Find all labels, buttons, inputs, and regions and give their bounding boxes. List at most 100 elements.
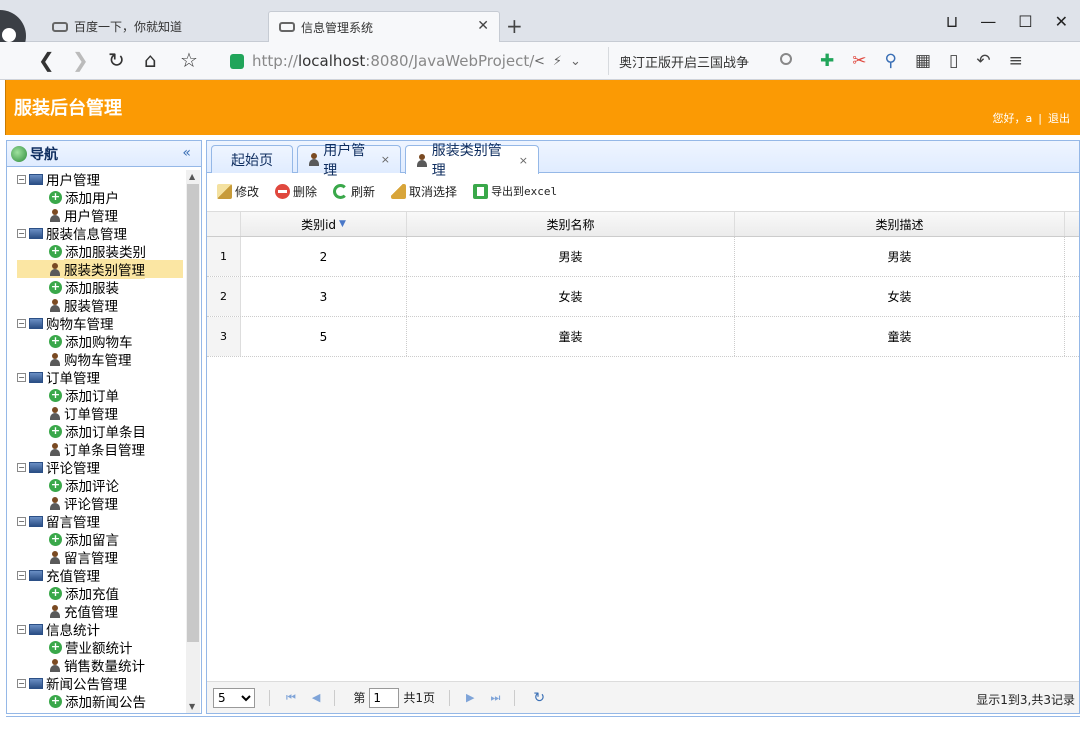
magnifier-icon[interactable]: ⚲ (885, 51, 897, 71)
delete-button[interactable]: 删除 (275, 183, 317, 200)
maximize-icon[interactable]: ☐ (1018, 12, 1032, 31)
undo-icon[interactable]: ↶ (976, 51, 990, 71)
nav-item[interactable]: 购物车管理 (7, 350, 185, 369)
table-row[interactable]: 1 2 男装 男装 (207, 237, 1079, 277)
nav-item[interactable]: 服装类别管理 (17, 259, 183, 279)
nav-group[interactable]: − 新闻公告管理 (7, 674, 185, 693)
table-row[interactable]: 2 3 女装 女装 (207, 277, 1079, 317)
nav-item[interactable]: + 添加订单条目 (7, 422, 185, 441)
scroll-up-icon[interactable]: ▲ (189, 172, 195, 181)
column-header-id[interactable]: 类别id ▼ (241, 212, 407, 236)
monitor-icon (29, 569, 43, 581)
next-page-icon[interactable]: ▶ (466, 691, 474, 704)
nav-title: 导航 (30, 146, 58, 163)
user-icon (308, 153, 320, 166)
nav-item[interactable]: + 添加服装 (7, 278, 185, 297)
collapse-icon[interactable]: « (182, 145, 191, 161)
address-tools[interactable]: <⚡⌄ (534, 54, 589, 69)
collapse-node-icon[interactable]: − (17, 462, 26, 472)
nav-group[interactable]: − 订单管理 (7, 368, 185, 387)
last-page-icon[interactable]: ⏭ (491, 691, 501, 705)
search-box[interactable]: 奥汀正版开启三国战争 (608, 47, 804, 75)
search-icon[interactable] (780, 53, 792, 65)
browser-tab-active[interactable]: 信息管理系统 ✕ (268, 11, 500, 42)
phone-icon[interactable]: ▯ (949, 51, 958, 71)
nav-group[interactable]: − 信息统计 (7, 620, 185, 639)
nav-group[interactable]: − 服装信息管理 (7, 224, 185, 243)
back-icon[interactable]: ❮ (38, 50, 55, 70)
nav-item[interactable]: 评论管理 (7, 494, 185, 513)
edit-icon (217, 183, 232, 199)
nav-item[interactable]: + 添加评论 (7, 476, 185, 495)
apps-icon[interactable]: ▦ (915, 51, 931, 71)
collapse-node-icon[interactable]: − (17, 570, 26, 580)
export-excel-button[interactable]: 导出到excel (473, 183, 557, 199)
collapse-node-icon[interactable]: − (17, 174, 26, 184)
nav-item[interactable]: + 添加用户 (7, 188, 185, 207)
scroll-thumb[interactable] (187, 184, 199, 642)
close-window-icon[interactable]: ✕ (1055, 12, 1068, 31)
nav-group[interactable]: − 评论管理 (7, 458, 185, 477)
unselect-button[interactable]: 取消选择 (391, 183, 457, 200)
collapse-node-icon[interactable]: − (17, 228, 26, 238)
first-page-icon[interactable]: ⏮ (286, 691, 296, 705)
scroll-down-icon[interactable]: ▼ (189, 702, 195, 711)
browser-tab-baidu[interactable]: 百度一下，你就知道 (42, 11, 268, 42)
translate-icon[interactable]: ✚ (820, 51, 834, 71)
browser-tools: ✚ ✂ ⚲ ▦ ▯ ↶ ≡ (820, 51, 1023, 71)
nav-item[interactable]: 销售数量统计 (7, 656, 185, 675)
nav-item-label: 购物车管理 (64, 353, 132, 369)
star-icon[interactable]: ☆ (180, 50, 198, 70)
nav-item[interactable]: 留言管理 (7, 548, 185, 567)
page-number-input[interactable] (369, 687, 400, 708)
nav-item[interactable]: + 营业额统计 (7, 638, 185, 657)
tab-clothing-category[interactable]: 服装类别管理 × (405, 143, 539, 179)
collapse-node-icon[interactable]: − (17, 624, 26, 634)
scissors-icon[interactable]: ✂ (852, 51, 866, 71)
nav-item-label: 充值管理 (46, 569, 100, 585)
nav-item[interactable]: + 添加充值 (7, 584, 185, 603)
nav-item[interactable]: + 添加服装类别 (7, 242, 185, 261)
collapse-node-icon[interactable]: − (17, 678, 26, 688)
edit-button[interactable]: 修改 (217, 183, 259, 200)
column-header-desc[interactable]: 类别描述 (735, 212, 1065, 236)
minimize-icon[interactable]: — (980, 12, 996, 31)
nav-group[interactable]: − 购物车管理 (7, 314, 185, 333)
collapse-node-icon[interactable]: − (17, 516, 26, 526)
skin-icon[interactable]: ⊔ (946, 12, 958, 31)
reload-icon[interactable]: ↻ (533, 690, 545, 706)
reload-icon[interactable]: ↻ (108, 50, 125, 70)
nav-item[interactable]: 服装管理 (7, 296, 185, 315)
nav-item[interactable]: 订单条目管理 (7, 440, 185, 459)
nav-scrollbar[interactable]: ▲ ▼ (186, 170, 200, 713)
nav-item[interactable]: 订单管理 (7, 404, 185, 423)
collapse-node-icon[interactable]: − (17, 318, 26, 328)
collapse-node-icon[interactable]: − (17, 372, 26, 382)
close-icon[interactable]: × (381, 153, 390, 166)
logout-link[interactable]: 退出 (1048, 112, 1070, 125)
close-tab-icon[interactable]: ✕ (477, 18, 489, 34)
close-icon[interactable]: × (519, 154, 528, 167)
new-tab-button[interactable]: + (506, 14, 523, 38)
tab-home[interactable]: 起始页 (211, 145, 293, 173)
tab-user-management[interactable]: 用户管理 × (297, 143, 401, 179)
nav-group[interactable]: − 用户管理 (7, 170, 185, 189)
page-size-select[interactable]: 5 (213, 687, 255, 708)
nav-item-label: 充值管理 (64, 605, 118, 621)
prev-page-icon[interactable]: ◀ (312, 691, 320, 704)
refresh-button[interactable]: 刷新 (333, 183, 375, 200)
home-icon[interactable]: ⌂ (144, 50, 157, 70)
nav-group[interactable]: − 充值管理 (7, 566, 185, 585)
forward-icon[interactable]: ❯ (72, 50, 89, 70)
nav-item[interactable]: 用户管理 (7, 206, 185, 225)
nav-item[interactable]: + 添加订单 (7, 386, 185, 405)
nav-item[interactable]: + 添加新闻公告 (7, 692, 185, 711)
column-header-name[interactable]: 类别名称 (407, 212, 735, 236)
nav-group[interactable]: − 留言管理 (7, 512, 185, 531)
nav-item[interactable]: 充值管理 (7, 602, 185, 621)
nav-item-label: 留言管理 (46, 515, 100, 531)
nav-item[interactable]: + 添加购物车 (7, 332, 185, 351)
table-row[interactable]: 3 5 童装 童装 (207, 317, 1079, 357)
menu-icon[interactable]: ≡ (1009, 51, 1023, 71)
nav-item[interactable]: + 添加留言 (7, 530, 185, 549)
